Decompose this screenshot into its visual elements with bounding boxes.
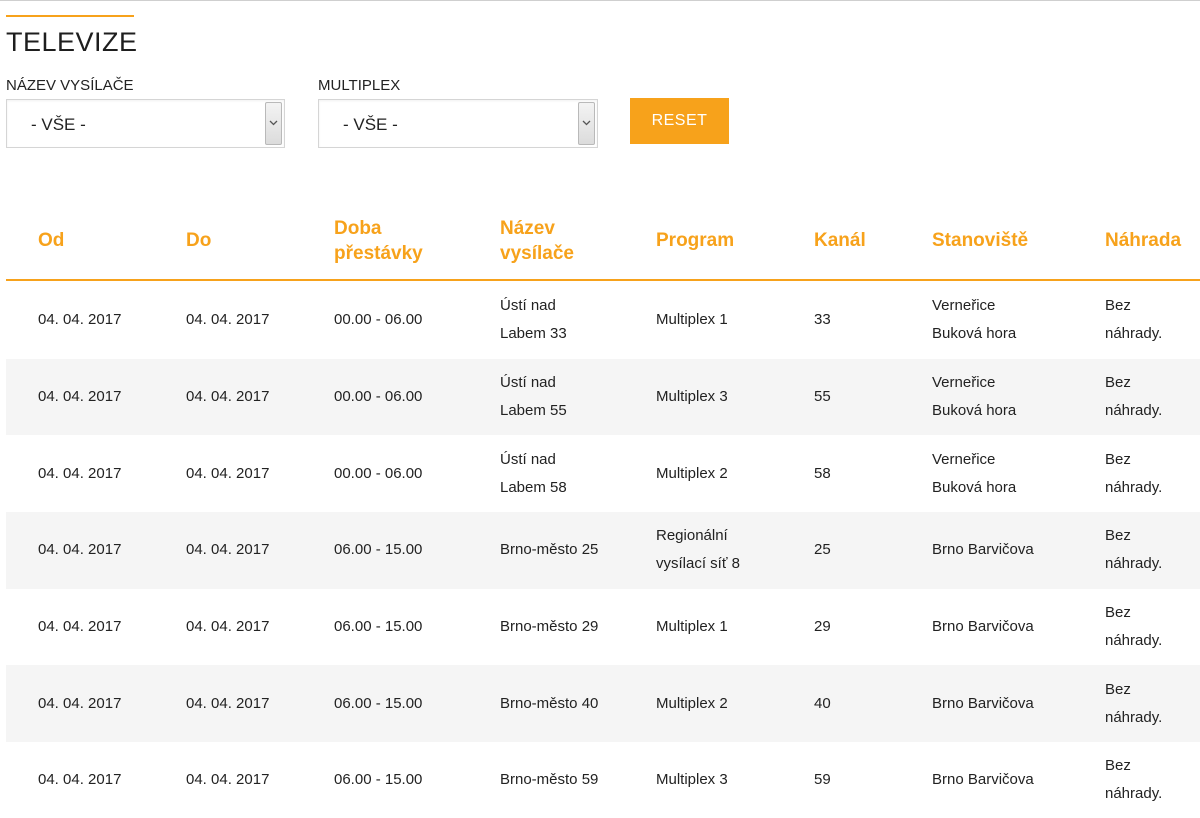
table-row: 04. 04. 2017 04. 04. 2017 00.00 - 06.00 … bbox=[6, 358, 1200, 436]
cell-nazev: Brno-město 40 bbox=[500, 694, 599, 712]
cell-kanal: 58 bbox=[814, 464, 831, 482]
cell-doba: 06.00 - 15.00 bbox=[334, 771, 423, 789]
table-row: 04. 04. 2017 04. 04. 2017 06.00 - 15.00 … bbox=[6, 665, 1200, 743]
column-header-doba-prestavky[interactable]: Doba přestávky bbox=[334, 200, 444, 281]
page-title: TELEVIZE bbox=[6, 27, 138, 57]
cell-program: Multiplex 1 bbox=[656, 618, 728, 636]
cell-stanoviste: Verneřice Buková hora bbox=[932, 374, 1017, 420]
cell-kanal: 25 bbox=[814, 541, 831, 559]
table-body: 04. 04. 2017 04. 04. 2017 00.00 - 06.00 … bbox=[6, 282, 1200, 818]
cell-doba: 06.00 - 15.00 bbox=[334, 694, 423, 712]
cell-od: 04. 04. 2017 bbox=[38, 694, 122, 712]
multiplex-filter-label: MULTIPLEX bbox=[318, 77, 401, 94]
cell-nahrada: Bez náhrady. bbox=[1105, 450, 1163, 496]
cell-kanal: 59 bbox=[814, 771, 831, 789]
cell-stanoviste: Brno Barvičova bbox=[932, 771, 1034, 789]
cell-nahrada: Bez náhrady. bbox=[1105, 604, 1163, 650]
cell-stanoviste: Verneřice Buková hora bbox=[932, 297, 1017, 343]
table-header: Od Do Doba přestávky Název vysílače Prog… bbox=[6, 200, 1200, 281]
cell-stanoviste: Brno Barvičova bbox=[932, 541, 1034, 559]
chevron-down-icon bbox=[582, 120, 591, 126]
cell-nazev: Ústí nad Labem 58 bbox=[500, 450, 567, 496]
cell-od: 04. 04. 2017 bbox=[38, 541, 122, 559]
cell-nazev: Brno-město 59 bbox=[500, 771, 599, 789]
table-row: 04. 04. 2017 04. 04. 2017 00.00 - 06.00 … bbox=[6, 282, 1200, 359]
cell-stanoviste: Verneřice Buková hora bbox=[932, 450, 1017, 496]
cell-nazev: Ústí nad Labem 33 bbox=[500, 297, 567, 343]
cell-do: 04. 04. 2017 bbox=[186, 541, 270, 559]
cell-program: Multiplex 1 bbox=[656, 311, 728, 329]
cell-nahrada: Bez náhrady. bbox=[1105, 297, 1163, 343]
column-header-do[interactable]: Do bbox=[186, 200, 211, 281]
multiplex-select-value: - VŠE - bbox=[343, 115, 398, 134]
cell-do: 04. 04. 2017 bbox=[186, 464, 270, 482]
cell-nazev: Brno-město 25 bbox=[500, 541, 599, 559]
cell-do: 04. 04. 2017 bbox=[186, 311, 270, 329]
column-header-program[interactable]: Program bbox=[656, 200, 734, 281]
cell-od: 04. 04. 2017 bbox=[38, 771, 122, 789]
column-header-nahrada[interactable]: Náhrada bbox=[1105, 200, 1181, 281]
cell-nahrada: Bez náhrady. bbox=[1105, 680, 1163, 726]
column-header-nazev-vysilace[interactable]: Název vysílače bbox=[500, 200, 600, 281]
transmitter-select[interactable]: - VŠE - bbox=[6, 99, 285, 148]
cell-doba: 06.00 - 15.00 bbox=[334, 618, 423, 636]
cell-od: 04. 04. 2017 bbox=[38, 464, 122, 482]
cell-doba: 00.00 - 06.00 bbox=[334, 311, 423, 329]
cell-nazev: Ústí nad Labem 55 bbox=[500, 374, 567, 420]
cell-kanal: 55 bbox=[814, 388, 831, 406]
column-header-kanal[interactable]: Kanál bbox=[814, 200, 866, 281]
cell-program: Multiplex 3 bbox=[656, 388, 728, 406]
cell-nahrada: Bez náhrady. bbox=[1105, 757, 1163, 803]
cell-od: 04. 04. 2017 bbox=[38, 311, 122, 329]
transmitter-select-value: - VŠE - bbox=[31, 115, 86, 134]
transmitter-select-arrow[interactable] bbox=[265, 102, 282, 145]
cell-doba: 00.00 - 06.00 bbox=[334, 464, 423, 482]
cell-kanal: 33 bbox=[814, 311, 831, 329]
table-row: 04. 04. 2017 04. 04. 2017 06.00 - 15.00 … bbox=[6, 512, 1200, 589]
page: TELEVIZE NÁZEV VYSÍLAČE - VŠE - MULTIPLE… bbox=[0, 0, 1200, 818]
table-row: 04. 04. 2017 04. 04. 2017 06.00 - 15.00 … bbox=[6, 589, 1200, 666]
cell-doba: 00.00 - 06.00 bbox=[334, 388, 423, 406]
cell-do: 04. 04. 2017 bbox=[186, 618, 270, 636]
cell-do: 04. 04. 2017 bbox=[186, 388, 270, 406]
cell-do: 04. 04. 2017 bbox=[186, 771, 270, 789]
top-divider bbox=[0, 0, 1200, 1]
cell-do: 04. 04. 2017 bbox=[186, 694, 270, 712]
table-row: 04. 04. 2017 04. 04. 2017 00.00 - 06.00 … bbox=[6, 435, 1200, 512]
chevron-down-icon bbox=[269, 120, 278, 126]
reset-button[interactable]: RESET bbox=[630, 98, 729, 144]
column-header-stanoviste[interactable]: Stanoviště bbox=[932, 200, 1028, 281]
cell-program: Multiplex 3 bbox=[656, 771, 728, 789]
cell-od: 04. 04. 2017 bbox=[38, 388, 122, 406]
cell-stanoviste: Brno Barvičova bbox=[932, 694, 1034, 712]
cell-kanal: 40 bbox=[814, 694, 831, 712]
table-row: 04. 04. 2017 04. 04. 2017 06.00 - 15.00 … bbox=[6, 742, 1200, 818]
cell-stanoviste: Brno Barvičova bbox=[932, 618, 1034, 636]
cell-nahrada: Bez náhrady. bbox=[1105, 374, 1163, 420]
cell-kanal: 29 bbox=[814, 618, 831, 636]
cell-od: 04. 04. 2017 bbox=[38, 618, 122, 636]
transmitter-filter-label: NÁZEV VYSÍLAČE bbox=[6, 77, 134, 94]
cell-program: Multiplex 2 bbox=[656, 694, 728, 712]
column-header-od[interactable]: Od bbox=[38, 200, 64, 281]
multiplex-select-arrow[interactable] bbox=[578, 102, 595, 145]
cell-doba: 06.00 - 15.00 bbox=[334, 541, 423, 559]
cell-program: Multiplex 2 bbox=[656, 464, 728, 482]
cell-nazev: Brno-město 29 bbox=[500, 618, 599, 636]
cell-nahrada: Bez náhrady. bbox=[1105, 527, 1163, 573]
cell-program: Regionální vysílací síť 8 bbox=[656, 527, 740, 573]
multiplex-select[interactable]: - VŠE - bbox=[318, 99, 598, 148]
title-accent-line bbox=[6, 15, 134, 17]
